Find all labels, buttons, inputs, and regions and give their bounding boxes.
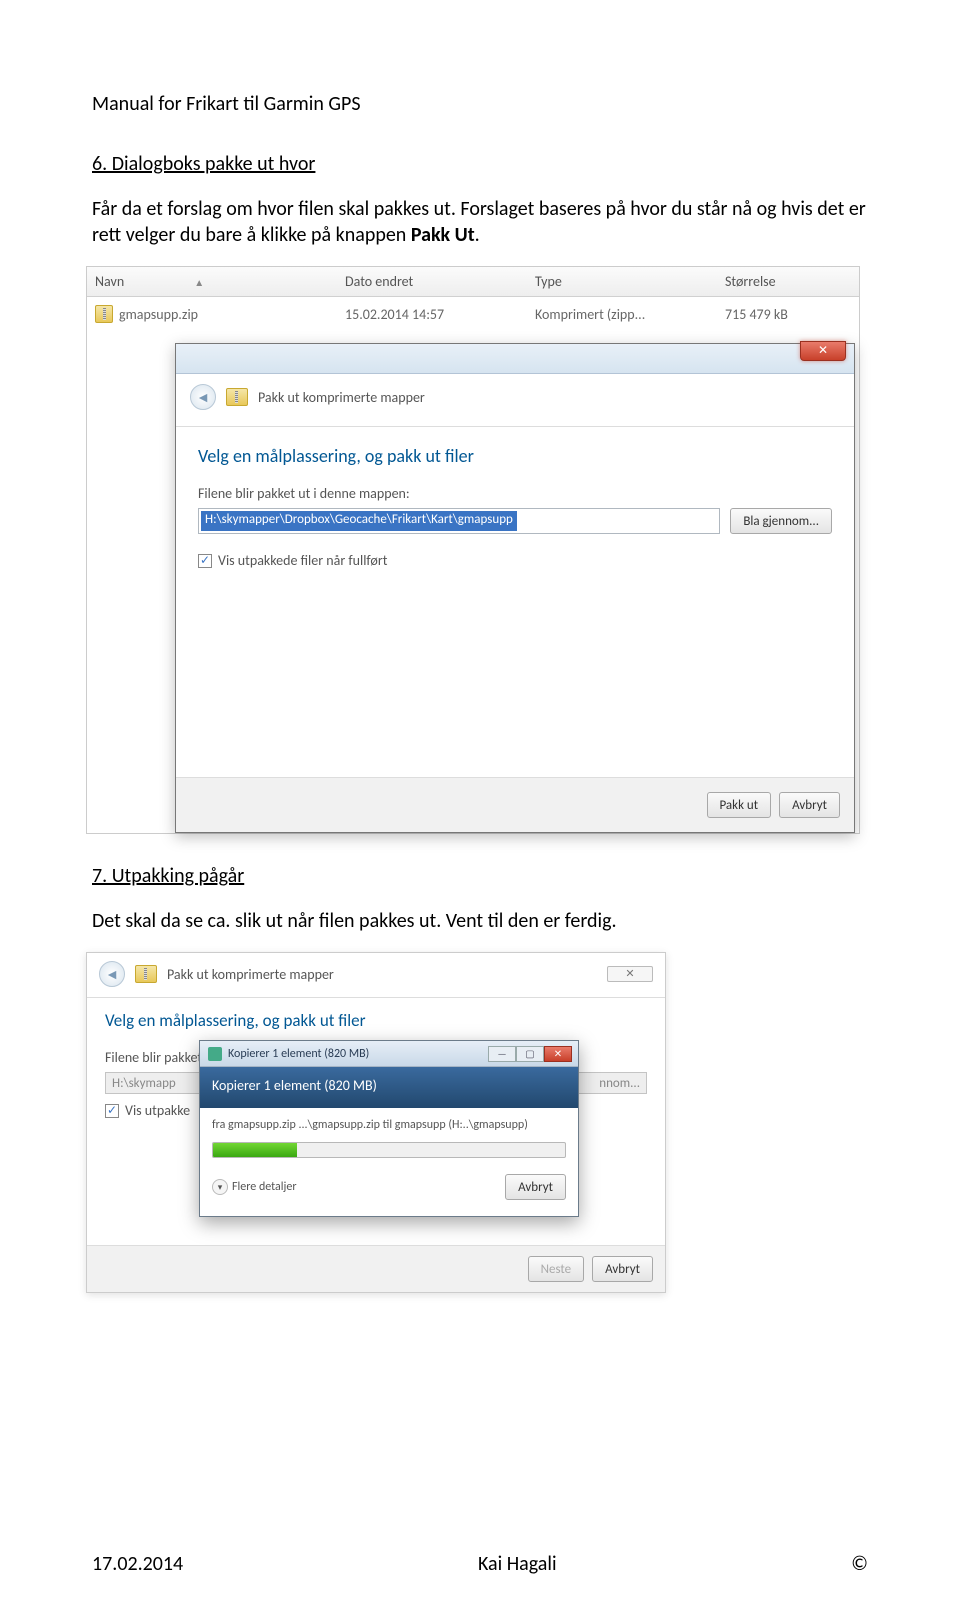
zip-icon: [95, 305, 113, 323]
dialog2-check-label: Vis utpakke: [125, 1102, 190, 1119]
copy-from-text: fra gmapsupp.zip ...\gmapsupp.zip til gm…: [212, 1118, 566, 1132]
extract-button[interactable]: Pakk ut: [707, 792, 772, 818]
page-footer: 17.02.2014 Kai Hagali ©: [92, 1552, 868, 1576]
dialog-instruction: Velg en målplassering, og pakk ut filer: [198, 445, 832, 467]
dialog-title: Pakk ut komprimerte mapper: [258, 389, 425, 406]
sort-indicator-icon: ▲: [194, 276, 204, 289]
file-type: Komprimert (zipp...: [535, 306, 725, 323]
dialog2-header: ◄ Pakk ut komprimerte mapper ✕: [87, 953, 665, 998]
dialog2-title: Pakk ut komprimerte mapper: [167, 966, 334, 983]
minimize-button[interactable]: —: [488, 1046, 516, 1062]
copy-titlebar: Kopierer 1 element (820 MB) — ▢ ✕: [200, 1041, 578, 1067]
dialog2-path-left: H:\skymapp: [112, 1076, 176, 1091]
file-row[interactable]: gmapsupp.zip 15.02.2014 14:57 Komprimert…: [87, 297, 859, 343]
footer-date: 17.02.2014: [92, 1552, 183, 1576]
progress-fill: [213, 1143, 297, 1157]
file-date: 15.02.2014 14:57: [345, 306, 535, 323]
dialog-header: ◄ Pakk ut komprimerte mapper: [176, 374, 854, 427]
extract-dialog: ✕ ◄ Pakk ut komprimerte mapper Velg en m…: [175, 343, 855, 833]
path-input[interactable]: H:\skymapper\Dropbox\Geocache\Frikart\Ka…: [198, 508, 720, 534]
section-6-heading: 6. Dialogboks pakke ut hvor: [92, 152, 868, 176]
back-icon-2[interactable]: ◄: [99, 961, 125, 987]
dialog2-close-button[interactable]: ✕: [607, 966, 653, 982]
more-details-toggle[interactable]: ▾ Flere detaljer: [212, 1179, 297, 1195]
close-button[interactable]: ✕: [800, 341, 846, 361]
screenshot-extract-dialog: Navn ▲ Dato endret Type Størrelse gmapsup…: [86, 266, 860, 834]
copy-cancel-button[interactable]: Avbryt: [505, 1174, 566, 1200]
pakk-ut-bold: Pakk Ut: [411, 223, 475, 247]
dialog2-checkbox[interactable]: ✓: [105, 1104, 119, 1118]
folder-zip-icon: [226, 388, 248, 406]
copy-close-button[interactable]: ✕: [544, 1046, 572, 1062]
section-7-heading: 7. Utpakking pågår: [92, 864, 868, 888]
screenshot-copy-progress: ◄ Pakk ut komprimerte mapper ✕ Velg en m…: [86, 952, 666, 1293]
file-name: gmapsupp.zip: [119, 306, 198, 323]
dialog2-path-right: nnom...: [599, 1076, 640, 1091]
browse-button[interactable]: Bla gjennom...: [730, 508, 832, 534]
path-value: H:\skymapper\Dropbox\Geocache\Frikart\Ka…: [201, 511, 517, 531]
file-size: 715 479 kB: [725, 306, 851, 323]
footer-author: Kai Hagali: [478, 1552, 557, 1576]
copy-hero: Kopierer 1 element (820 MB): [200, 1067, 578, 1108]
path-label: Filene blir pakket ut i denne mappen:: [198, 485, 832, 502]
copy-progress-dialog: Kopierer 1 element (820 MB) — ▢ ✕ Kopier…: [199, 1040, 579, 1217]
list-header: Navn ▲ Dato endret Type Størrelse: [87, 267, 859, 297]
footer-copyright: ©: [851, 1552, 868, 1576]
cancel-button[interactable]: Avbryt: [779, 792, 840, 818]
copy-app-icon: [208, 1047, 222, 1061]
col-type[interactable]: Type: [535, 273, 725, 290]
more-details-label: Flere detaljer: [232, 1180, 297, 1194]
dialog2-instruction: Velg en målplassering, og pakk ut filer: [105, 1010, 647, 1031]
back-icon[interactable]: ◄: [190, 384, 216, 410]
maximize-button[interactable]: ▢: [516, 1046, 544, 1062]
section-6-body: Får da et forslag om hvor filen skal pak…: [92, 196, 868, 248]
section-7-body: Det skal da se ca. slik ut når filen pak…: [92, 908, 868, 934]
col-name-label: Navn: [95, 273, 124, 290]
dialog-titlebar: ✕: [176, 344, 854, 374]
progress-bar: [212, 1142, 566, 1158]
section-6-tail: .: [475, 223, 480, 247]
copy-title: Kopierer 1 element (820 MB): [228, 1047, 369, 1061]
col-date[interactable]: Dato endret: [345, 273, 535, 290]
show-files-checkbox[interactable]: ✓: [198, 554, 212, 568]
col-size[interactable]: Størrelse: [725, 273, 851, 290]
chevron-down-icon: ▾: [212, 1179, 228, 1195]
dialog2-cancel-button[interactable]: Avbryt: [592, 1256, 653, 1282]
show-files-label: Vis utpakkede filer når fullført: [218, 552, 387, 569]
next-button: Neste: [528, 1256, 584, 1282]
folder-zip-icon-2: [135, 965, 157, 983]
col-name[interactable]: Navn ▲: [95, 273, 345, 290]
document-title: Manual for Frikart til Garmin GPS: [92, 92, 868, 116]
